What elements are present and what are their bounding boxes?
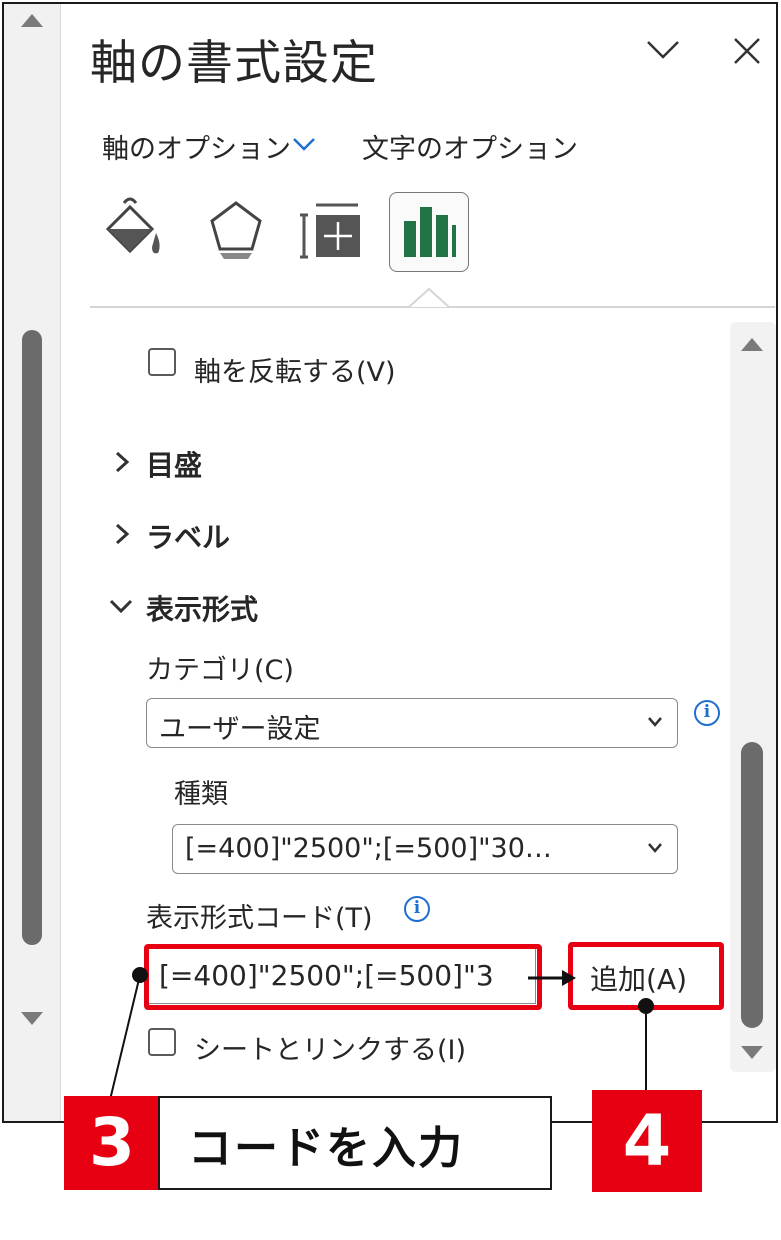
chevron-down-icon — [648, 717, 662, 727]
type-dropdown[interactable]: [=400]"2500";[=500]"30… — [172, 824, 678, 874]
chevron-down-icon[interactable] — [292, 136, 316, 152]
category-label: カテゴリ(C) — [146, 655, 294, 686]
link-to-source-label: シートとリンクする(I) — [194, 1035, 467, 1066]
tab-text-options[interactable]: 文字のオプション — [362, 127, 578, 166]
pane-scroll-up-icon[interactable] — [741, 338, 763, 351]
chevron-down-icon[interactable] — [108, 596, 134, 616]
axis-options-icon — [404, 207, 456, 257]
scroll-up-arrow-icon[interactable] — [21, 14, 43, 27]
pane-options-chevron-icon[interactable] — [645, 38, 681, 62]
scroll-down-arrow-icon[interactable] — [21, 1012, 43, 1025]
type-label: 種類 — [174, 779, 228, 810]
info-icon[interactable]: i — [694, 700, 720, 726]
step3-badge: 3 — [64, 1096, 160, 1190]
fill-line-tab[interactable] — [100, 193, 176, 269]
link-to-source-checkbox[interactable] — [148, 1028, 176, 1056]
tab-axis-options[interactable]: 軸のオプション — [102, 127, 291, 166]
format-code-label: 表示形式コード(T) — [146, 903, 373, 934]
step3-callout-text: コードを入力 — [188, 1123, 464, 1174]
close-icon[interactable] — [732, 36, 762, 66]
axis-options-tab[interactable] — [389, 192, 469, 272]
size-properties-icon — [300, 203, 360, 259]
chevron-right-icon[interactable] — [112, 522, 132, 546]
reverse-axis-label: 軸を反転する(V) — [194, 357, 396, 388]
reverse-axis-checkbox[interactable] — [148, 348, 176, 376]
fill-line-icon — [105, 197, 160, 254]
category-value: ユーザー設定 — [159, 714, 321, 745]
category-dropdown[interactable]: ユーザー設定 — [146, 698, 678, 748]
chevron-down-icon — [648, 843, 662, 853]
effects-icon — [210, 201, 262, 259]
pane-scroll-down-icon[interactable] — [741, 1046, 763, 1059]
sheet-scrollbar-thumb[interactable] — [22, 330, 42, 945]
step3-highlight — [144, 944, 542, 1010]
type-value: [=400]"2500";[=500]"30… — [185, 833, 552, 864]
section-labels[interactable]: ラベル — [146, 516, 230, 556]
chevron-right-icon[interactable] — [112, 450, 132, 474]
step3-callout: コードを入力 — [158, 1096, 552, 1190]
step4-badge: 4 — [592, 1090, 702, 1192]
effects-tab[interactable] — [198, 193, 274, 269]
selected-tab-notch — [409, 288, 449, 308]
section-tick-marks[interactable]: 目盛 — [146, 444, 202, 484]
pane-title: 軸の書式設定 — [90, 36, 378, 91]
section-number[interactable]: 表示形式 — [146, 588, 258, 628]
info-icon[interactable]: i — [404, 896, 430, 922]
size-properties-tab[interactable] — [296, 193, 372, 269]
step4-highlight — [568, 942, 724, 1010]
pane-scrollbar-thumb[interactable] — [741, 742, 763, 1028]
